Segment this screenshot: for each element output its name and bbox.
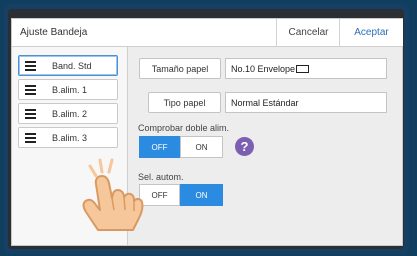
sidebar-item-label: B.alim. 2 bbox=[52, 109, 88, 119]
tray-icon bbox=[25, 85, 36, 95]
cancel-button[interactable]: Cancelar bbox=[276, 19, 340, 46]
tray-icon bbox=[25, 61, 36, 71]
double-feed-label: Comprobar doble alim. bbox=[138, 123, 230, 133]
sidebar-item-label: B.alim. 1 bbox=[52, 85, 88, 95]
auto-select-label: Sel. autom. bbox=[138, 172, 184, 182]
double-feed-on-toggle[interactable]: ON bbox=[180, 136, 223, 158]
sidebar-item-feed-tray-3[interactable]: B.alim. 3 bbox=[18, 127, 118, 148]
paper-size-button[interactable]: Tamaño papel bbox=[139, 58, 221, 79]
envelope-icon bbox=[296, 64, 310, 73]
paper-type-value[interactable]: Normal Estándar bbox=[225, 92, 387, 113]
sidebar-item-feed-tray-2[interactable]: B.alim. 2 bbox=[18, 103, 118, 124]
paper-type-button[interactable]: Tipo papel bbox=[148, 92, 221, 113]
help-icon[interactable]: ? bbox=[235, 137, 254, 156]
sidebar-item-label: B.alim. 3 bbox=[52, 133, 88, 143]
tray-settings-dialog: Ajuste Bandeja Cancelar Aceptar Band. St… bbox=[11, 18, 403, 246]
paper-size-value[interactable]: No.10 Envelope bbox=[225, 58, 387, 79]
sidebar-item-label: Band. Std bbox=[52, 61, 92, 71]
tray-icon bbox=[25, 133, 36, 143]
tray-icon bbox=[25, 109, 36, 119]
auto-select-on-toggle[interactable]: ON bbox=[180, 184, 223, 206]
accept-button[interactable]: Aceptar bbox=[339, 19, 403, 46]
dialog-title: Ajuste Bandeja bbox=[20, 27, 88, 38]
tray-sidebar: Band. Std B.alim. 1 B.alim. 2 B.alim. 3 bbox=[12, 47, 128, 245]
paper-size-text: No.10 Envelope bbox=[231, 63, 296, 74]
auto-select-off-toggle[interactable]: OFF bbox=[139, 184, 180, 206]
sidebar-item-standard-tray[interactable]: Band. Std bbox=[18, 55, 118, 76]
double-feed-off-toggle[interactable]: OFF bbox=[139, 136, 180, 158]
settings-panel: Tamaño papel No.10 Envelope Tipo papel N… bbox=[128, 47, 402, 245]
sidebar-item-feed-tray-1[interactable]: B.alim. 1 bbox=[18, 79, 118, 100]
dialog-titlebar: Ajuste Bandeja Cancelar Aceptar bbox=[12, 19, 403, 47]
